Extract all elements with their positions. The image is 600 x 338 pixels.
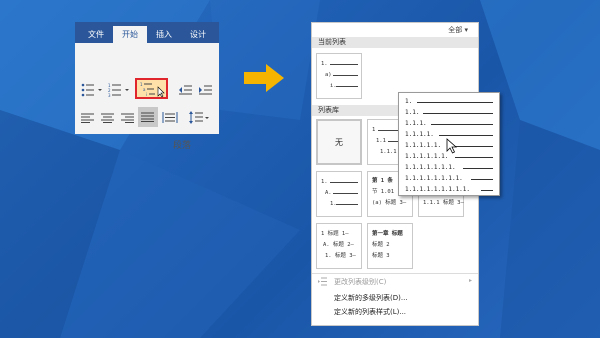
- filter-dropdown[interactable]: 全部 ▾: [312, 23, 478, 37]
- paragraph-group-label: 段落: [173, 141, 192, 151]
- section-current-list: 当前列表: [312, 37, 478, 48]
- justify-icon: [141, 112, 154, 122]
- tab-file[interactable]: 文件: [79, 26, 113, 43]
- menu-change-list-level: 更改列表级别(C): [334, 278, 387, 286]
- multilevel-list-button[interactable]: 1 a i: [135, 78, 168, 99]
- line-spacing-icon[interactable]: [188, 110, 210, 125]
- menu-define-list-style[interactable]: 定义新的列表样式(L)...: [334, 307, 406, 317]
- ribbon-tabs: 文件 开始 插入 设计: [75, 22, 219, 43]
- arrow-icon: [244, 64, 284, 92]
- ribbon-panel: 文件 开始 插入 设计 1 2 3 1 a i 段落: [75, 22, 219, 151]
- align-left-icon[interactable]: [81, 113, 95, 123]
- multilevel-list-icon: 1 a i: [140, 82, 165, 98]
- menu-define-multilevel-list[interactable]: 定义新的多级列表(D)...: [334, 293, 408, 303]
- current-list-thumb[interactable]: 1. a) i.: [316, 53, 362, 99]
- increase-indent-icon[interactable]: [198, 84, 213, 96]
- align-center-icon[interactable]: [101, 113, 115, 123]
- tab-home[interactable]: 开始: [113, 26, 147, 43]
- tab-insert[interactable]: 插入: [147, 26, 181, 43]
- mouse-cursor-icon: [446, 138, 458, 154]
- list-thumb-heading-alpha[interactable]: 1 标题 1— A. 标题 2— 1. 标题 3—: [316, 223, 362, 269]
- change-level-icon: [318, 277, 327, 286]
- tab-design[interactable]: 设计: [181, 26, 215, 43]
- svg-text:3: 3: [108, 93, 111, 97]
- decrease-indent-icon[interactable]: [178, 84, 193, 96]
- submenu-arrow-icon: ▸: [468, 277, 472, 284]
- list-thumb-alpha[interactable]: 1. A. 1.: [316, 171, 362, 217]
- menu-divider: [312, 273, 478, 274]
- svg-text:i: i: [146, 92, 147, 97]
- align-right-icon[interactable]: [121, 113, 135, 123]
- list-none-thumb[interactable]: 无: [316, 119, 362, 165]
- numbering-icon[interactable]: 1 2 3: [108, 83, 132, 97]
- bullets-icon[interactable]: [81, 83, 103, 97]
- distributed-icon[interactable]: [162, 111, 178, 124]
- list-thumb-chapter[interactable]: 第一章 标题 标题 2 标题 3: [367, 223, 413, 269]
- justify-button[interactable]: [138, 107, 158, 127]
